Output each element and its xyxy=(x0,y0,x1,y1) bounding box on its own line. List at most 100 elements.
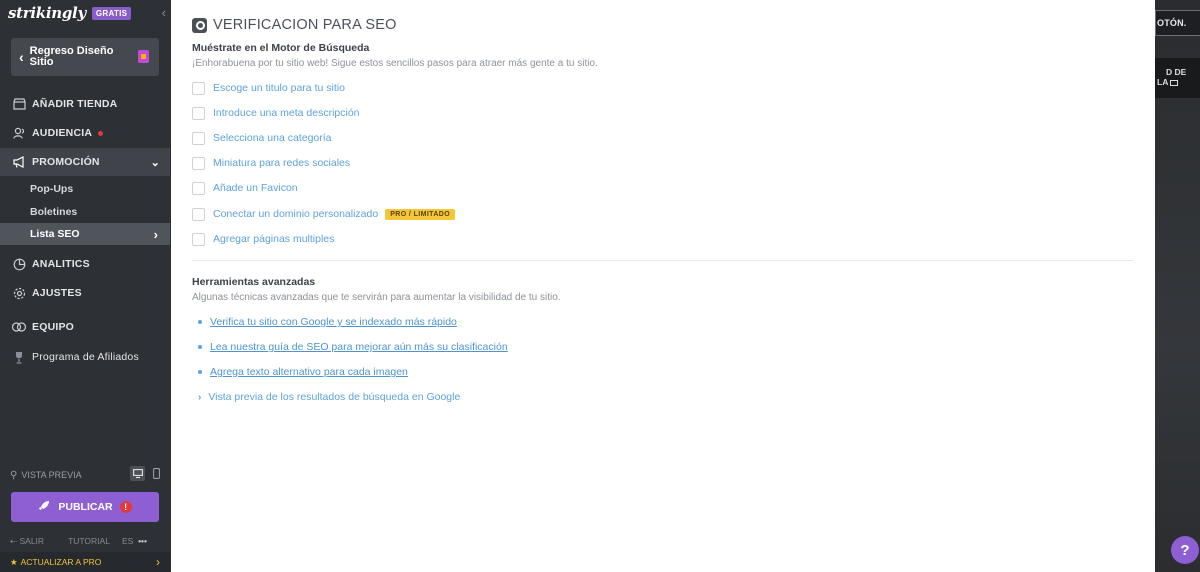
nav-promotion[interactable]: PROMOCIÓN ⌄ xyxy=(0,148,170,176)
chevron-down-icon: ⌄ xyxy=(150,156,160,169)
checkbox[interactable] xyxy=(192,131,205,145)
sub-item-seo-list[interactable]: Lista SEO › xyxy=(0,223,170,245)
checklist-item-label[interactable]: Miniatura para redes sociales xyxy=(213,157,350,169)
nav-promotion-label: PROMOCIÓN xyxy=(32,156,100,168)
checklist-item-label[interactable]: Añade un Favicon xyxy=(213,182,298,194)
advanced-link-label[interactable]: Agrega texto alternativo para cada image… xyxy=(210,366,408,378)
preview-band-text-2: LA xyxy=(1157,77,1169,87)
sub-item-newsletters[interactable]: Boletines xyxy=(0,201,170,223)
pro-limited-badge: PRO / LIMITADO xyxy=(385,208,456,220)
nav-analytics-label: ANALITICS xyxy=(32,258,90,270)
sub-item-popups[interactable]: Pop-Ups xyxy=(0,178,170,200)
gear-icon xyxy=(12,286,26,300)
preview-row: ⚲ VISTA PREVIA xyxy=(10,466,160,483)
editor-sidebar: strikingly GRATIS ‹ ‹ Regreso Diseño Sit… xyxy=(0,0,170,572)
chevron-right-icon: › xyxy=(198,391,202,403)
search-engine-subheading: ¡Enhorabuena por tu sitio web! Sigue est… xyxy=(192,58,598,69)
nav-add-store-label: AÑADIR TIENDA xyxy=(32,98,118,110)
nav-affiliates-label: Programa de Afiliados xyxy=(32,351,139,363)
checklist-item[interactable]: Añade un Favicon xyxy=(192,181,298,195)
section-divider xyxy=(192,260,1133,261)
checkbox[interactable] xyxy=(192,156,205,170)
checklist-item[interactable]: Escoge un titulo para tu sitio xyxy=(192,81,345,95)
plan-badge: GRATIS xyxy=(91,6,132,20)
nav-audience-label: AUDIENCIA xyxy=(32,127,93,139)
advanced-link[interactable]: Verifica tu sitio con Google y se indexa… xyxy=(198,315,457,329)
nav-audience[interactable]: AUDIENCIA xyxy=(0,119,170,147)
brand-bar: strikingly GRATIS ‹ xyxy=(0,0,170,26)
nav-team-label: EQUIPO xyxy=(32,321,75,333)
language-selector[interactable]: ES xyxy=(122,536,133,546)
sub-item-label: Lista SEO xyxy=(30,228,80,240)
checklist-item-label[interactable]: Agregar páginas multiples xyxy=(213,233,334,245)
nav-team[interactable]: EQUIPO xyxy=(0,313,170,341)
advanced-link-label[interactable]: Verifica tu sitio con Google y se indexa… xyxy=(210,316,457,328)
back-to-design-button[interactable]: ‹ Regreso Diseño Sitio xyxy=(11,38,159,76)
checklist-item-label[interactable]: Conectar un dominio personalizado xyxy=(213,208,378,220)
exit-link[interactable]: ⇠ SALIR xyxy=(10,536,56,547)
bullet-icon xyxy=(198,370,202,374)
checklist-item[interactable]: Selecciona una categoría xyxy=(192,131,332,145)
checkbox[interactable] xyxy=(192,207,205,221)
upgrade-to-pro-bar[interactable]: ★ ACTUALIZAR A PRO › xyxy=(0,552,170,572)
exit-label: SALIR xyxy=(19,535,45,546)
mobile-preview-icon[interactable] xyxy=(149,466,164,481)
checklist-item-label[interactable]: Escoge un titulo para tu sitio xyxy=(213,82,345,94)
seo-icon xyxy=(192,17,207,33)
sub-item-label: Boletines xyxy=(30,206,78,218)
search-icon: ⚲ xyxy=(10,469,18,481)
preview-site-button[interactable]: OTÓN. xyxy=(1155,10,1200,36)
preview-band-text-1: D DE xyxy=(1166,67,1187,77)
page-icon xyxy=(138,50,149,63)
preview-band-row: LA xyxy=(1155,77,1200,87)
desktop-preview-icon[interactable] xyxy=(130,466,145,481)
nav-add-store[interactable]: AÑADIR TIENDA xyxy=(0,90,170,118)
notification-dot xyxy=(98,130,104,136)
nav-affiliates[interactable]: Programa de Afiliados xyxy=(0,343,170,371)
chevron-left-icon[interactable]: ‹ xyxy=(162,5,166,20)
bullet-icon xyxy=(198,320,202,324)
trophy-icon xyxy=(12,350,26,364)
preview-label[interactable]: VISTA PREVIA xyxy=(21,470,81,480)
alert-badge: ! xyxy=(119,501,132,513)
nav-analytics[interactable]: ANALITICS xyxy=(0,250,170,278)
help-chat-button[interactable]: ? xyxy=(1171,536,1199,564)
checkbox[interactable] xyxy=(192,232,205,246)
back-button-label: Regreso Diseño Sitio xyxy=(29,45,114,68)
image-icon xyxy=(1170,79,1179,86)
chevron-right-icon: › xyxy=(153,226,158,242)
chart-pie-icon xyxy=(12,257,26,271)
checklist-item-label[interactable]: Introduce una meta descripción xyxy=(213,107,360,119)
advanced-tools-heading: Herramientas avanzadas xyxy=(192,276,316,288)
advanced-link-label[interactable]: Lea nuestra guía de SEO para mejorar aún… xyxy=(210,341,508,353)
upgrade-label: ACTUALIZAR A PRO xyxy=(20,557,102,567)
publish-button[interactable]: PUBLICAR ! xyxy=(11,492,159,522)
megaphone-icon xyxy=(12,155,26,169)
search-engine-heading: Muéstrate en el Motor de Búsqueda xyxy=(192,42,370,54)
google-preview-label[interactable]: Vista previa de los resultados de búsque… xyxy=(208,391,460,403)
panel-title: VERIFICACION PARA SEO xyxy=(192,17,397,33)
publish-label: PUBLICAR xyxy=(58,501,113,513)
audience-icon xyxy=(12,126,26,140)
site-preview-edge: OTÓN. D DE LA ? xyxy=(1155,0,1200,572)
tutorial-link[interactable]: TUTORIAL xyxy=(68,536,110,546)
rocket-icon xyxy=(38,500,50,515)
advanced-link[interactable]: Agrega texto alternativo para cada image… xyxy=(198,365,408,379)
advanced-link[interactable]: Lea nuestra guía de SEO para mejorar aún… xyxy=(198,340,508,354)
checkbox[interactable] xyxy=(192,81,205,95)
sub-item-label: Pop-Ups xyxy=(30,183,74,195)
checklist-item-label[interactable]: Selecciona una categoría xyxy=(213,132,332,144)
panel-title-text: VERIFICACION PARA SEO xyxy=(213,17,397,33)
nav-settings[interactable]: AJUSTES xyxy=(0,279,170,307)
checkbox[interactable] xyxy=(192,106,205,120)
chevron-left-icon: ‹ xyxy=(19,49,24,65)
checklist-item[interactable]: Miniatura para redes sociales xyxy=(192,156,350,170)
chevron-right-icon: › xyxy=(156,555,160,569)
strikingly-logo[interactable]: strikingly xyxy=(8,4,86,22)
checklist-item[interactable]: Agregar páginas multiples xyxy=(192,232,334,246)
google-preview-toggle[interactable]: › Vista previa de los resultados de búsq… xyxy=(198,390,460,404)
more-options-icon[interactable]: ••• xyxy=(138,536,147,546)
checkbox[interactable] xyxy=(192,181,205,195)
checklist-item[interactable]: Conectar un dominio personalizado PRO / … xyxy=(192,207,456,221)
checklist-item[interactable]: Introduce una meta descripción xyxy=(192,106,360,120)
